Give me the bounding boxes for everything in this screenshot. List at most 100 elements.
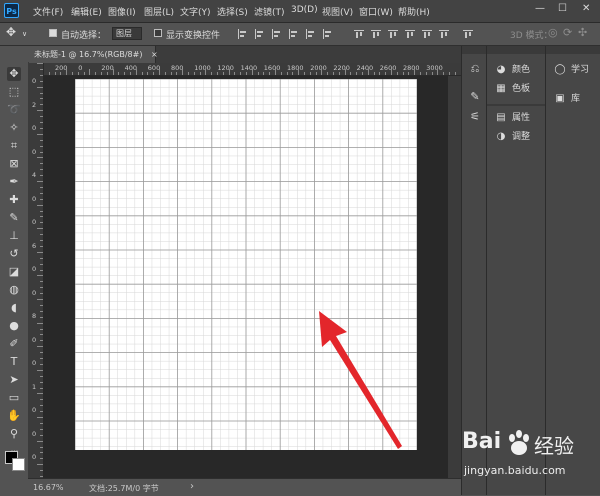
menu-window[interactable]: 窗口(W) — [359, 5, 393, 18]
dodge-tool-icon[interactable]: ● — [7, 319, 21, 333]
auto-select-checkbox[interactable] — [49, 29, 57, 37]
ruler-tick-mark — [391, 69, 392, 75]
align-distribute-icon[interactable] — [422, 29, 432, 39]
align-distribute-icon[interactable] — [439, 29, 449, 39]
ruler-horizontal[interactable]: 200 0 200 400 600 800 1000 1200 1400 1600 1800 2000… — [43, 63, 462, 76]
ruler-tick-mark — [106, 72, 108, 75]
ruler-tick-mark — [431, 72, 433, 75]
ruler-tick-mark — [408, 72, 410, 75]
menu-edit[interactable]: 编辑(E) — [71, 5, 102, 18]
3d-orbit-icon[interactable]: ◎ — [548, 26, 558, 39]
align-distribute-icon[interactable] — [288, 29, 298, 39]
vertical-scrollbar[interactable] — [448, 76, 461, 478]
menu-filter[interactable]: 滤镜(T) — [254, 5, 285, 18]
panel-learn-button[interactable]: ◯ 学习 — [554, 60, 589, 79]
menu-view[interactable]: 视图(V) — [322, 5, 353, 18]
brush-settings-panel-icon[interactable]: ✎ — [468, 90, 482, 104]
history-brush-tool-icon[interactable]: ↺ — [7, 247, 21, 261]
rectangle-tool-icon[interactable]: ▭ — [7, 391, 21, 405]
ruler-top-tick-label: 3000 — [426, 64, 443, 72]
ruler-left-tick-label: 0 — [32, 147, 37, 156]
distribute-more-icon[interactable] — [463, 29, 473, 39]
move-tool-preset-icon[interactable]: ✥ — [6, 25, 16, 39]
align-distribute-icon[interactable] — [305, 29, 315, 39]
ruler-tick-mark — [327, 72, 329, 75]
eyedropper-tool-icon[interactable]: ✒ — [7, 175, 21, 189]
menu-image[interactable]: 图像(I) — [108, 5, 136, 18]
path-selection-tool-icon[interactable]: ➤ — [7, 373, 21, 387]
align-distribute-icon[interactable] — [271, 29, 281, 39]
ruler-top-tick-label: 1200 — [217, 64, 234, 72]
chevron-down-icon[interactable]: ∨ — [22, 30, 27, 38]
clone-stamp-tool-icon[interactable]: ⊥ — [7, 229, 21, 243]
ruler-top-tick-label: 1400 — [240, 64, 258, 72]
background-color-swatch[interactable] — [12, 458, 25, 471]
panel-adjustments-button[interactable]: ◑ 调整 — [495, 127, 530, 146]
ruler-tick-mark — [269, 72, 271, 75]
ruler-tick-mark — [420, 72, 421, 75]
align-distribute-icon[interactable] — [254, 29, 264, 39]
blur-tool-icon[interactable]: ◖ — [7, 301, 21, 315]
show-transform-checkbox[interactable] — [154, 29, 162, 37]
baidu-paw-icon — [509, 430, 529, 455]
3d-roll-icon[interactable]: ⟳ — [563, 26, 572, 39]
ruler-tick-mark — [48, 72, 50, 75]
magic-wand-tool-icon[interactable]: ✧ — [7, 121, 21, 135]
panel-properties-label: 属性 — [512, 113, 531, 123]
ruler-top-tick-label: 1600 — [263, 64, 281, 72]
panel-color-button[interactable]: ◕ 颜色 — [495, 60, 530, 79]
healing-brush-tool-icon[interactable]: ✚ — [7, 193, 21, 207]
ruler-left-tick-label: 0 — [32, 218, 37, 226]
frame-tool-icon[interactable]: ⊠ — [7, 157, 21, 171]
pen-tool-icon[interactable]: ✐ — [7, 337, 21, 351]
marquee-tool-icon[interactable]: ⬚ — [7, 85, 21, 99]
3d-pan-icon[interactable]: ✣ — [578, 26, 587, 39]
menu-file[interactable]: 文件(F) — [33, 5, 63, 18]
zoom-tool-icon[interactable]: ⚲ — [7, 427, 21, 441]
baidu-jingyan-watermark: Bai 经验 jingyan.baidu.com — [462, 427, 592, 489]
ruler-tick-mark — [449, 72, 450, 75]
lasso-tool-icon[interactable]: ➰ — [7, 103, 21, 117]
align-distribute-icon[interactable] — [237, 29, 247, 39]
ruler-tick-mark — [234, 72, 236, 75]
align-distribute-icon[interactable] — [354, 29, 364, 39]
panel-libraries-button[interactable]: ▣ 库 — [554, 89, 580, 108]
align-distribute-icon[interactable] — [405, 29, 415, 39]
type-tool-icon[interactable]: T — [7, 355, 21, 369]
close-icon[interactable]: ✕ — [582, 3, 590, 14]
align-distribute-icon[interactable] — [388, 29, 398, 39]
menu-layer[interactable]: 图层(L) — [144, 5, 174, 18]
eraser-tool-icon[interactable]: ◪ — [7, 265, 21, 279]
menu-type[interactable]: 文字(Y) — [180, 5, 211, 18]
minimize-icon[interactable]: — — [535, 3, 545, 14]
panel-properties-button[interactable]: ▤ 属性 — [495, 108, 530, 127]
menu-3d[interactable]: 3D(D) — [291, 5, 318, 15]
ruler-vertical[interactable]: 0 2 0 0 4 0 0 6 0 0 8 0 0 1 0 0 0 — [28, 63, 44, 478]
menu-help[interactable]: 帮助(H) — [398, 5, 430, 18]
history-panel-icon[interactable]: ⎌ — [468, 62, 482, 76]
mode-3d-label: 3D 模式： — [510, 31, 553, 41]
ruler-tick-mark — [153, 72, 155, 75]
status-menu-arrow-icon[interactable]: › — [190, 481, 194, 492]
hand-tool-icon[interactable]: ✋ — [7, 409, 21, 423]
zoom-level[interactable]: 16.67% — [33, 483, 64, 492]
document-tab[interactable]: 未标题-1 @ 16.7%(RGB/8#) × — [28, 46, 158, 63]
watermark-brand-cn: 经验 — [534, 434, 574, 458]
paint-bucket-tool-icon[interactable]: ◍ — [7, 283, 21, 297]
menu-select[interactable]: 选择(S) — [217, 5, 248, 18]
align-distribute-icon[interactable] — [371, 29, 381, 39]
align-distribute-icon[interactable] — [322, 29, 332, 39]
adjust-sliders-panel-icon[interactable]: ⚟ — [468, 110, 482, 124]
document-info[interactable]: 文档:25.7M/0 字节 — [89, 483, 159, 494]
move-tool-icon[interactable]: ✥ — [7, 67, 21, 81]
panel-swatches-button[interactable]: ▦ 色板 — [495, 79, 530, 98]
crop-tool-icon[interactable]: ⌗ — [7, 139, 21, 153]
tab-close-icon[interactable]: × — [151, 50, 158, 59]
photoshop-logo-icon: Ps — [4, 3, 19, 18]
restore-icon[interactable]: ☐ — [558, 3, 567, 14]
ruler-top-tick-label: 1800 — [287, 64, 304, 72]
ruler-tick-mark — [37, 63, 43, 64]
brush-tool-icon[interactable]: ✎ — [7, 211, 21, 225]
auto-select-dropdown[interactable]: 图层 — [112, 27, 142, 40]
ruler-tick-mark — [356, 72, 358, 75]
